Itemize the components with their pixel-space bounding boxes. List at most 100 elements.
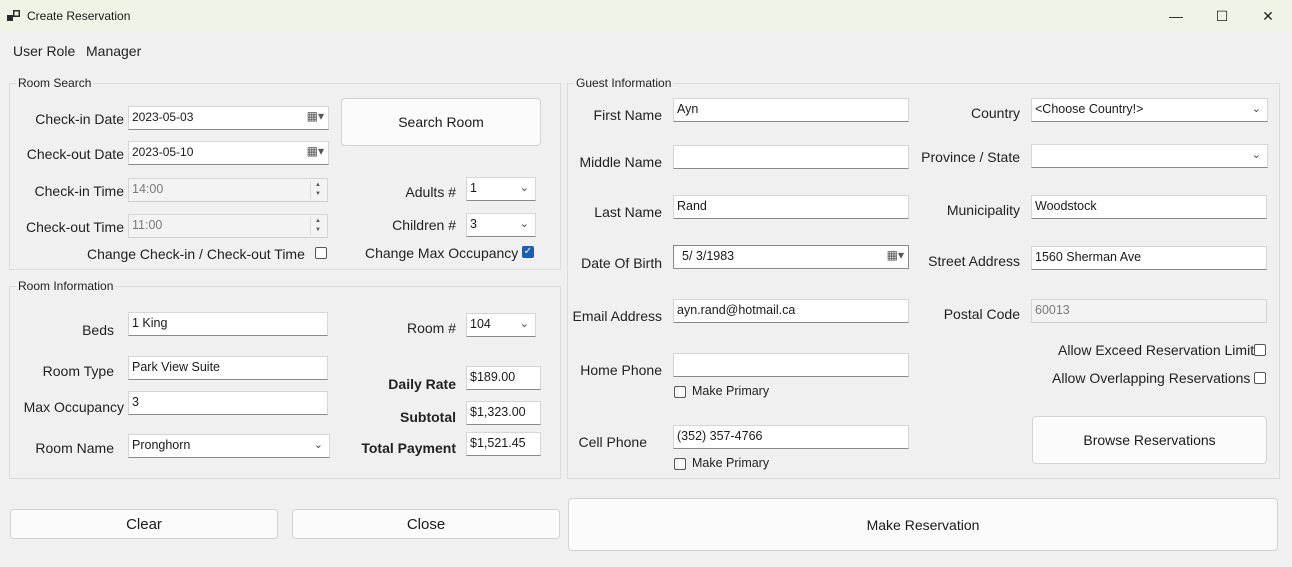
room-number-label: Room # [406, 320, 456, 336]
checkin-time-stepper[interactable]: 14:00 ▲ ▼ [128, 178, 328, 202]
daily-rate-field[interactable]: $189.00 [466, 366, 541, 390]
max-occupancy-label: Max Occupancy [23, 399, 124, 415]
beds-field[interactable]: 1 King [128, 312, 328, 336]
cell-primary-label: Make Primary [692, 456, 770, 470]
home-phone-field[interactable] [673, 353, 909, 377]
room-name-value: Pronghorn [132, 438, 191, 452]
close-icon: ✕ [1262, 7, 1274, 24]
subtotal-field[interactable]: $1,323.00 [466, 401, 541, 425]
minimize-button[interactable]: — [1156, 4, 1196, 28]
total-payment-field[interactable]: $1,521.45 [466, 432, 541, 456]
adults-select[interactable]: 1 ⌄ [466, 177, 536, 201]
daily-rate-label: Daily Rate [388, 376, 456, 392]
spin-arrows-icon[interactable]: ▲ ▼ [310, 181, 325, 199]
maximize-icon: ☐ [1215, 7, 1229, 24]
chevron-down-icon: ⌄ [1251, 149, 1261, 161]
room-type-field[interactable]: Park View Suite [128, 356, 328, 380]
street-address-label: Street Address [928, 253, 1020, 269]
chevron-down-icon: ⌄ [519, 218, 529, 230]
checkout-time-value: 11:00 [132, 218, 163, 232]
search-room-button[interactable]: Search Room [341, 98, 541, 146]
chevron-down-icon: ⌄ [313, 439, 323, 451]
checkout-time-stepper[interactable]: 11:00 ▲ ▼ [128, 214, 328, 238]
room-number-value: 104 [470, 317, 491, 331]
room-search-group-title: Room Search [16, 76, 94, 90]
checkin-date-picker[interactable]: 2023-05-03 ▦▾ [128, 106, 329, 130]
max-occupancy-field[interactable]: 3 [128, 391, 328, 415]
province-select[interactable]: ⌄ [1031, 144, 1268, 168]
close-button[interactable]: Close [292, 509, 560, 539]
last-name-field[interactable]: Rand [673, 195, 909, 219]
close-window-button[interactable]: ✕ [1248, 4, 1288, 28]
checkout-date-label: Check-out Date [26, 146, 124, 162]
email-label: Email Address [572, 308, 662, 324]
dob-picker[interactable]: 5/ 3/1983 ▦▾ [673, 245, 909, 269]
adults-label: Adults # [405, 184, 456, 200]
total-payment-label: Total Payment [361, 440, 456, 456]
children-label: Children # [392, 217, 456, 233]
adults-value: 1 [470, 181, 477, 195]
room-name-select[interactable]: Pronghorn ⌄ [128, 434, 330, 458]
exceed-limit-label: Allow Exceed Reservation Limit [1058, 342, 1255, 358]
middle-name-label: Middle Name [579, 154, 662, 170]
middle-name-field[interactable] [673, 145, 909, 169]
browse-reservations-button[interactable]: Browse Reservations [1032, 416, 1267, 464]
home-phone-label: Home Phone [580, 362, 662, 378]
cell-primary-checkbox[interactable] [674, 458, 686, 470]
children-value: 3 [470, 217, 477, 231]
first-name-label: First Name [593, 107, 662, 123]
province-label: Province / State [921, 149, 1020, 165]
postal-code-field[interactable]: 60013 [1031, 299, 1267, 323]
email-field[interactable]: ayn.rand@hotmail.ca [673, 299, 909, 323]
dob-value: 5/ 3/1983 [682, 249, 735, 263]
street-address-field[interactable]: 1560 Sherman Ave [1031, 246, 1267, 270]
chevron-down-icon: ⌄ [519, 318, 529, 330]
checkout-time-label: Check-out Time [25, 219, 124, 235]
municipality-field[interactable]: Woodstock [1031, 195, 1267, 219]
room-type-label: Room Type [42, 363, 114, 379]
calendar-icon[interactable]: ▦▾ [307, 144, 324, 158]
change-time-checkbox[interactable] [315, 247, 327, 259]
exceed-limit-checkbox[interactable] [1254, 344, 1266, 356]
make-reservation-button[interactable]: Make Reservation [568, 498, 1278, 551]
cell-phone-field[interactable]: (352) 357-4766 [673, 425, 909, 449]
chevron-down-icon: ⌄ [519, 182, 529, 194]
change-occupancy-label: Change Max Occupancy [365, 245, 519, 261]
change-time-label: Change Check-in / Check-out Time [87, 246, 305, 262]
postal-code-label: Postal Code [943, 306, 1020, 322]
user-role-label: User Role [13, 43, 76, 59]
chevron-down-icon: ⌄ [1251, 103, 1261, 115]
subtotal-label: Subtotal [400, 409, 456, 425]
user-role-value: Manager [86, 43, 142, 59]
country-value: <Choose Country!> [1035, 102, 1144, 116]
municipality-label: Municipality [946, 202, 1020, 218]
clear-button[interactable]: Clear [10, 509, 278, 539]
overlap-label: Allow Overlapping Reservations [1052, 370, 1251, 386]
window-title: Create Reservation [27, 9, 131, 23]
beds-label: Beds [82, 322, 114, 338]
room-name-label: Room Name [35, 440, 114, 456]
app-icon [7, 10, 20, 21]
checkin-date-value: 2023-05-03 [132, 110, 194, 124]
spin-arrows-icon[interactable]: ▲ ▼ [310, 217, 325, 235]
room-info-group-title: Room Information [16, 279, 116, 293]
change-occupancy-checkbox[interactable]: ✓ [522, 246, 534, 258]
first-name-field[interactable]: Ayn [673, 98, 909, 122]
cell-phone-label: Cell Phone [578, 434, 648, 450]
dob-label: Date Of Birth [581, 255, 662, 271]
home-primary-checkbox[interactable] [674, 386, 686, 398]
room-number-select[interactable]: 104 ⌄ [466, 313, 536, 337]
last-name-label: Last Name [594, 204, 662, 220]
check-icon: ✓ [523, 246, 533, 257]
checkout-date-value: 2023-05-10 [132, 145, 194, 159]
title-bar [0, 0, 1292, 32]
calendar-icon[interactable]: ▦▾ [307, 109, 324, 123]
home-primary-label: Make Primary [692, 384, 770, 398]
maximize-button[interactable]: ☐ [1202, 4, 1242, 28]
country-select[interactable]: <Choose Country!> ⌄ [1031, 98, 1268, 122]
country-label: Country [970, 105, 1020, 121]
overlap-checkbox[interactable] [1254, 372, 1266, 384]
minimize-icon: — [1169, 8, 1183, 24]
checkout-date-picker[interactable]: 2023-05-10 ▦▾ [128, 141, 329, 165]
children-select[interactable]: 3 ⌄ [466, 213, 536, 237]
